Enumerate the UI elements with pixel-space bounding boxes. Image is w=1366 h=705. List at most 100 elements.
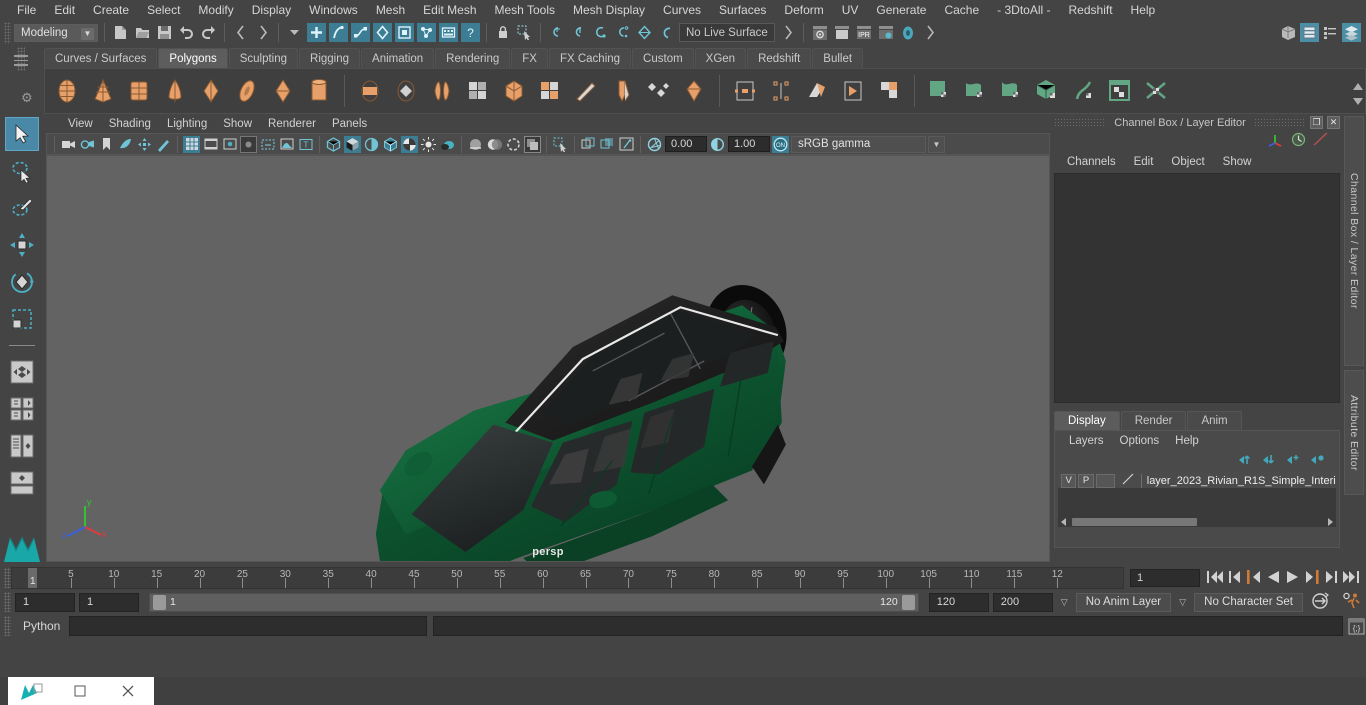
boolean-union-icon[interactable] — [354, 75, 386, 107]
options-menu[interactable]: Options — [1112, 434, 1168, 448]
shadows-icon[interactable] — [439, 136, 456, 153]
animation-end-field[interactable]: 200 — [992, 592, 1053, 612]
snap-to-point-icon[interactable] — [591, 23, 610, 42]
dock-grip-right[interactable] — [1253, 118, 1306, 127]
display-layer-1-icon[interactable] — [580, 136, 597, 153]
layer-type-toggle[interactable] — [1095, 473, 1115, 488]
layer-list[interactable]: V P layer_2023_Rivian_R1S_Simple_Interio… — [1058, 471, 1336, 527]
channel-box-content[interactable] — [1054, 173, 1340, 403]
cube-texture-icon[interactable] — [1032, 75, 1064, 107]
polygon-plane-icon[interactable] — [195, 75, 227, 107]
script-editor-icon[interactable]: {;} — [1347, 617, 1366, 636]
scroll-up-arrow-icon[interactable] — [1352, 80, 1364, 94]
layer-row[interactable]: V P layer_2023_Rivian_R1S_Simple_Interio… — [1058, 471, 1336, 488]
vertical-tab-attribute-editor[interactable]: Attribute Editor — [1344, 370, 1364, 495]
range-start-field[interactable]: 1 — [79, 592, 139, 612]
range-start-handle[interactable] — [153, 594, 166, 610]
polygon-torus-icon[interactable] — [231, 75, 263, 107]
shelf-tab-rigging[interactable]: Rigging — [299, 48, 361, 68]
toggle-xray-icon[interactable] — [259, 136, 276, 153]
status-line-grip[interactable] — [4, 21, 11, 44]
xgen-scatter-icon[interactable] — [1140, 75, 1172, 107]
extrude-icon[interactable] — [498, 75, 530, 107]
shelf-tab-xgen[interactable]: XGen — [694, 48, 747, 68]
persp-outliner-layout-icon[interactable] — [5, 466, 39, 500]
step-forward-keyframe-icon[interactable] — [1324, 570, 1338, 587]
outliner-persp-layout-icon[interactable] — [5, 429, 39, 463]
move-axis-icon[interactable] — [1267, 133, 1284, 150]
menu-mesh[interactable]: Mesh — [367, 1, 414, 19]
polygon-cylinder-icon[interactable] — [159, 75, 191, 107]
camera-attributes-icon[interactable] — [79, 136, 96, 153]
select-by-render-icon[interactable] — [439, 23, 458, 42]
scroll-right-arrow-icon[interactable] — [1324, 515, 1336, 529]
polygon-prism-icon[interactable] — [303, 75, 335, 107]
viewport-menu-view[interactable]: View — [60, 117, 101, 131]
step-forward-frame-icon[interactable] — [1304, 569, 1320, 587]
sculpt-curve-icon[interactable] — [960, 75, 992, 107]
menu-cache[interactable]: Cache — [935, 1, 988, 19]
new-scene-icon[interactable] — [111, 23, 130, 42]
select-by-component-face-icon[interactable] — [395, 23, 414, 42]
anti-aliasing-icon[interactable] — [505, 136, 522, 153]
range-end-handle[interactable] — [901, 594, 915, 610]
sculpt-wave-icon[interactable] — [996, 75, 1028, 107]
menu-create[interactable]: Create — [84, 1, 138, 19]
move-layer-up-icon[interactable] — [1238, 454, 1253, 468]
shelf-tab-fx-caching[interactable]: FX Caching — [548, 48, 632, 68]
shelf-options-gear-icon[interactable]: ⚙ — [21, 90, 33, 106]
menu-set-selector[interactable]: Modeling ▼ — [14, 23, 98, 42]
save-scene-icon[interactable] — [155, 23, 174, 42]
channelbox-menu-channels[interactable]: Channels — [1058, 155, 1125, 169]
viewport-menu-shading[interactable]: Shading — [101, 117, 159, 131]
select-by-object-type-icon[interactable] — [329, 23, 348, 42]
color-management-toggle-icon[interactable]: ON — [772, 135, 789, 153]
shelf-tab-redshift[interactable]: Redshift — [747, 48, 812, 68]
auto-keyframe-icon[interactable] — [1307, 592, 1334, 612]
layers-menu[interactable]: Layers — [1061, 434, 1112, 448]
anim-layer-selector[interactable]: No Anim Layer — [1075, 592, 1172, 612]
exposure-field[interactable]: 0.00 — [665, 136, 707, 152]
select-by-component-uv-icon[interactable] — [417, 23, 436, 42]
menu-help[interactable]: Help — [1122, 1, 1165, 19]
smooth-shade-all-icon[interactable] — [344, 135, 361, 153]
render-settings-icon[interactable] — [876, 23, 895, 42]
snap-to-curve-icon[interactable] — [569, 23, 588, 42]
smooth-mesh-icon[interactable] — [462, 75, 494, 107]
scale-tool-icon[interactable] — [5, 302, 39, 336]
animation-start-field[interactable]: 1 — [15, 592, 75, 612]
toggle-gate-mask-icon[interactable] — [240, 135, 257, 153]
menu-generate[interactable]: Generate — [867, 1, 935, 19]
uv-checker-icon[interactable] — [873, 75, 905, 107]
wireframe-shading-icon[interactable] — [325, 136, 342, 153]
menu-select[interactable]: Select — [138, 1, 189, 19]
live-surface-field[interactable]: No Live Surface — [679, 23, 775, 42]
scrollbar-thumb[interactable] — [1072, 517, 1197, 526]
selection-help-icon[interactable]: ? — [461, 23, 480, 42]
lasso-select-tool-icon[interactable] — [5, 154, 39, 188]
move-tool-icon[interactable] — [5, 228, 39, 262]
shelf-tab-curves-surfaces[interactable]: Curves / Surfaces — [44, 48, 158, 68]
selection-mask-left-icon[interactable] — [231, 23, 250, 42]
2d-pan-zoom-icon[interactable] — [136, 136, 153, 153]
color-space-chevron-down-icon[interactable]: ▼ — [928, 135, 945, 153]
subdivide-icon[interactable] — [534, 75, 566, 107]
perspective-viewport[interactable]: RIVIAN — [46, 155, 1050, 562]
depth-of-field-icon[interactable] — [524, 135, 541, 153]
select-by-component-icon[interactable] — [351, 23, 370, 42]
command-output-field[interactable] — [433, 616, 1343, 636]
layer-visibility-toggle[interactable]: V — [1061, 473, 1077, 488]
polygon-cone-icon[interactable] — [87, 75, 119, 107]
toggle-resolution-gate-icon[interactable] — [221, 136, 238, 153]
shelf-tab-fx[interactable]: FX — [511, 48, 548, 68]
hypershade-texture-icon[interactable] — [1104, 75, 1136, 107]
bridge-icon[interactable] — [642, 75, 674, 107]
new-layer-from-selection-icon[interactable] — [1310, 454, 1325, 468]
layer-name[interactable]: layer_2023_Rivian_R1S_Simple_Interior — [1144, 475, 1336, 487]
polygon-sphere-icon[interactable] — [51, 75, 83, 107]
layer-playback-toggle[interactable]: P — [1078, 473, 1094, 488]
select-tool-pointer-icon[interactable] — [515, 23, 534, 42]
texture-display-icon[interactable] — [401, 135, 418, 153]
paint-select-tool-icon[interactable] — [5, 191, 39, 225]
make-live-icon[interactable] — [657, 23, 676, 42]
